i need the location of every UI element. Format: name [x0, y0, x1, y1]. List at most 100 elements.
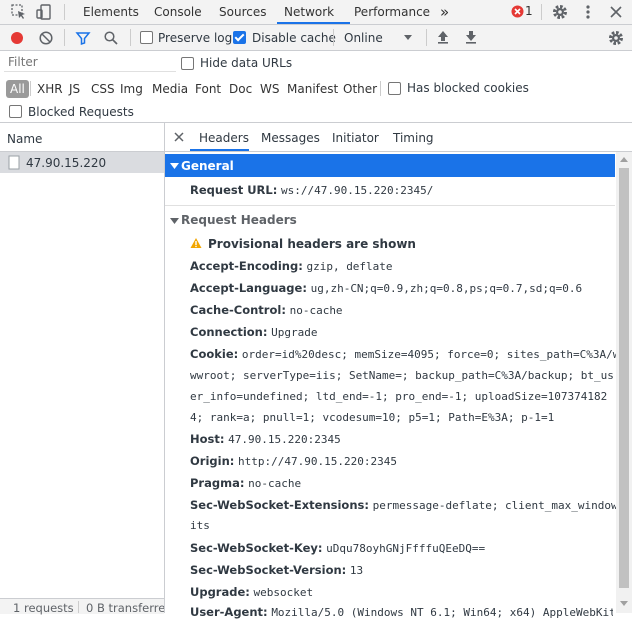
gear-icon[interactable]: [551, 3, 569, 21]
scrollbar-thumb[interactable]: [619, 168, 629, 588]
header-value-continuation: wwroot; serverType=iis; SetName=; backup…: [190, 369, 614, 382]
header-row: Pragma: no-cache: [190, 476, 301, 490]
header-row: Sec-WebSocket-Extensions: permessage-def…: [190, 498, 631, 512]
close-devtools-icon[interactable]: [608, 4, 624, 20]
header-key: User-Agent:: [190, 605, 268, 619]
tab-elements[interactable]: Elements: [83, 0, 139, 24]
tab-headers[interactable]: Headers: [199, 131, 249, 145]
scroll-up-arrow-icon[interactable]: [619, 156, 629, 164]
type-filter-manifest[interactable]: Manifest: [287, 80, 338, 98]
provisional-warning: Provisional headers are shown: [208, 237, 416, 251]
header-key: Origin:: [190, 454, 235, 468]
header-row: Sec-WebSocket-Key: uDqu78oyhGNjFfffuQEeD…: [190, 541, 485, 555]
triangle-down-icon[interactable]: [170, 217, 179, 225]
more-tabs-button[interactable]: »: [440, 0, 449, 24]
header-row: Connection: Upgrade: [190, 325, 317, 339]
has-blocked-cookies-checkbox[interactable]: [388, 82, 401, 95]
type-filter-font[interactable]: Font: [195, 80, 221, 98]
filter-icon[interactable]: [75, 30, 91, 46]
tab-network[interactable]: Network: [277, 0, 350, 24]
type-filter-js[interactable]: JS: [69, 80, 80, 98]
import-har-icon[interactable]: [436, 29, 450, 45]
error-icon[interactable]: [511, 5, 524, 18]
scroll-down-arrow-icon[interactable]: [619, 600, 629, 608]
header-value: no-cache: [289, 304, 343, 317]
header-value: permessage-deflate; client_max_window_b: [372, 499, 631, 512]
header-value: http://47.90.15.220:2345: [238, 455, 397, 468]
tab-initiator[interactable]: Initiator: [332, 131, 379, 145]
network-settings-gear-icon[interactable]: [607, 29, 625, 47]
chevron-down-icon[interactable]: [403, 34, 413, 42]
record-icon[interactable]: [10, 31, 24, 45]
header-row: Origin: http://47.90.15.220:2345: [190, 454, 397, 468]
clear-icon[interactable]: [38, 30, 54, 46]
preserve-log-checkbox[interactable]: [140, 31, 153, 44]
filter-input[interactable]: [4, 53, 176, 72]
header-key: Cache-Control:: [190, 303, 286, 317]
header-key: Accept-Encoding:: [190, 259, 303, 273]
header-row: Upgrade: websocket: [190, 585, 313, 599]
header-value: ug,zh-CN;q=0.9,zh;q=0.8,ps;q=0.7,sd;q=0.…: [310, 282, 583, 295]
tab-messages[interactable]: Messages: [261, 131, 320, 145]
header-row: User-Agent: Mozilla/5.0 (Windows NT 6.1;…: [190, 605, 613, 619]
list-item-label[interactable]: 47.90.15.220: [26, 156, 106, 170]
type-filter-other[interactable]: Other: [343, 80, 377, 98]
type-filter-all[interactable]: All: [6, 80, 29, 98]
header-key: Sec-WebSocket-Version:: [190, 563, 347, 577]
header-value: 47.90.15.220:2345: [228, 433, 341, 446]
toolbar-separator: [130, 29, 131, 46]
disable-cache-label[interactable]: Disable cache: [252, 31, 336, 45]
preserve-log-label[interactable]: Preserve log: [158, 31, 232, 45]
type-filter-ws[interactable]: WS: [260, 80, 279, 98]
type-filter-xhr[interactable]: XHR: [37, 80, 63, 98]
warning-icon: [190, 238, 202, 248]
tab-console[interactable]: Console: [154, 0, 202, 24]
status-bar-separator: [78, 601, 79, 613]
toolbar-separator: [333, 29, 334, 46]
blocked-requests-checkbox[interactable]: [9, 105, 22, 118]
header-value: Upgrade: [271, 326, 318, 339]
tab-performance[interactable]: Performance: [354, 0, 430, 24]
request-list: [0, 123, 165, 613]
throttling-select[interactable]: Online: [344, 31, 383, 45]
triangle-down-icon[interactable]: [170, 162, 179, 170]
device-toolbar-icon[interactable]: [35, 3, 53, 21]
header-row: Host: 47.90.15.220:2345: [190, 432, 341, 446]
hide-data-urls-checkbox[interactable]: [181, 57, 194, 70]
hide-data-urls-label[interactable]: Hide data URLs: [200, 56, 292, 70]
header-row: Accept-Encoding: gzip, deflate: [190, 259, 393, 273]
header-value: order=id%20desc; memSize=4095; force=0; …: [241, 348, 620, 361]
header-key: Upgrade:: [190, 585, 250, 599]
header-value-continuation: er_info=undefined; ltd_end=-1; pro_end=-…: [190, 390, 608, 403]
tab-sources[interactable]: Sources: [219, 0, 266, 24]
type-filter-doc[interactable]: Doc: [229, 80, 252, 98]
inspect-element-icon[interactable]: [10, 3, 28, 21]
has-blocked-cookies-label[interactable]: Has blocked cookies: [407, 81, 529, 95]
error-count[interactable]: 1: [525, 4, 533, 18]
more-options-icon[interactable]: [580, 3, 596, 21]
export-har-icon[interactable]: [464, 29, 478, 45]
type-filter-separator: [380, 81, 381, 96]
search-icon[interactable]: [103, 30, 119, 46]
blocked-requests-label[interactable]: Blocked Requests: [28, 105, 134, 119]
header-row: Cache-Control: no-cache: [190, 303, 343, 317]
request-url-label: Request URL:: [190, 183, 278, 197]
close-icon[interactable]: [173, 131, 185, 143]
type-filter-css[interactable]: CSS: [91, 80, 115, 98]
toolbar-separator: [426, 29, 427, 46]
column-name-header[interactable]: Name: [7, 132, 42, 146]
type-filter-img[interactable]: Img: [120, 80, 143, 98]
tab-bar-separator: [64, 4, 65, 20]
header-key: Sec-WebSocket-Key:: [190, 541, 323, 555]
general-section-title[interactable]: General: [181, 159, 234, 173]
tab-timing[interactable]: Timing: [393, 131, 434, 145]
toolbar-separator: [64, 29, 65, 46]
header-value: 13: [349, 564, 364, 577]
header-value: no-cache: [248, 477, 302, 490]
header-key: Accept-Language:: [190, 281, 307, 295]
header-key: Connection:: [190, 325, 268, 339]
section-divider: [165, 205, 615, 206]
request-headers-title[interactable]: Request Headers: [181, 213, 297, 227]
disable-cache-checkbox[interactable]: [233, 31, 246, 44]
type-filter-media[interactable]: Media: [152, 80, 188, 98]
